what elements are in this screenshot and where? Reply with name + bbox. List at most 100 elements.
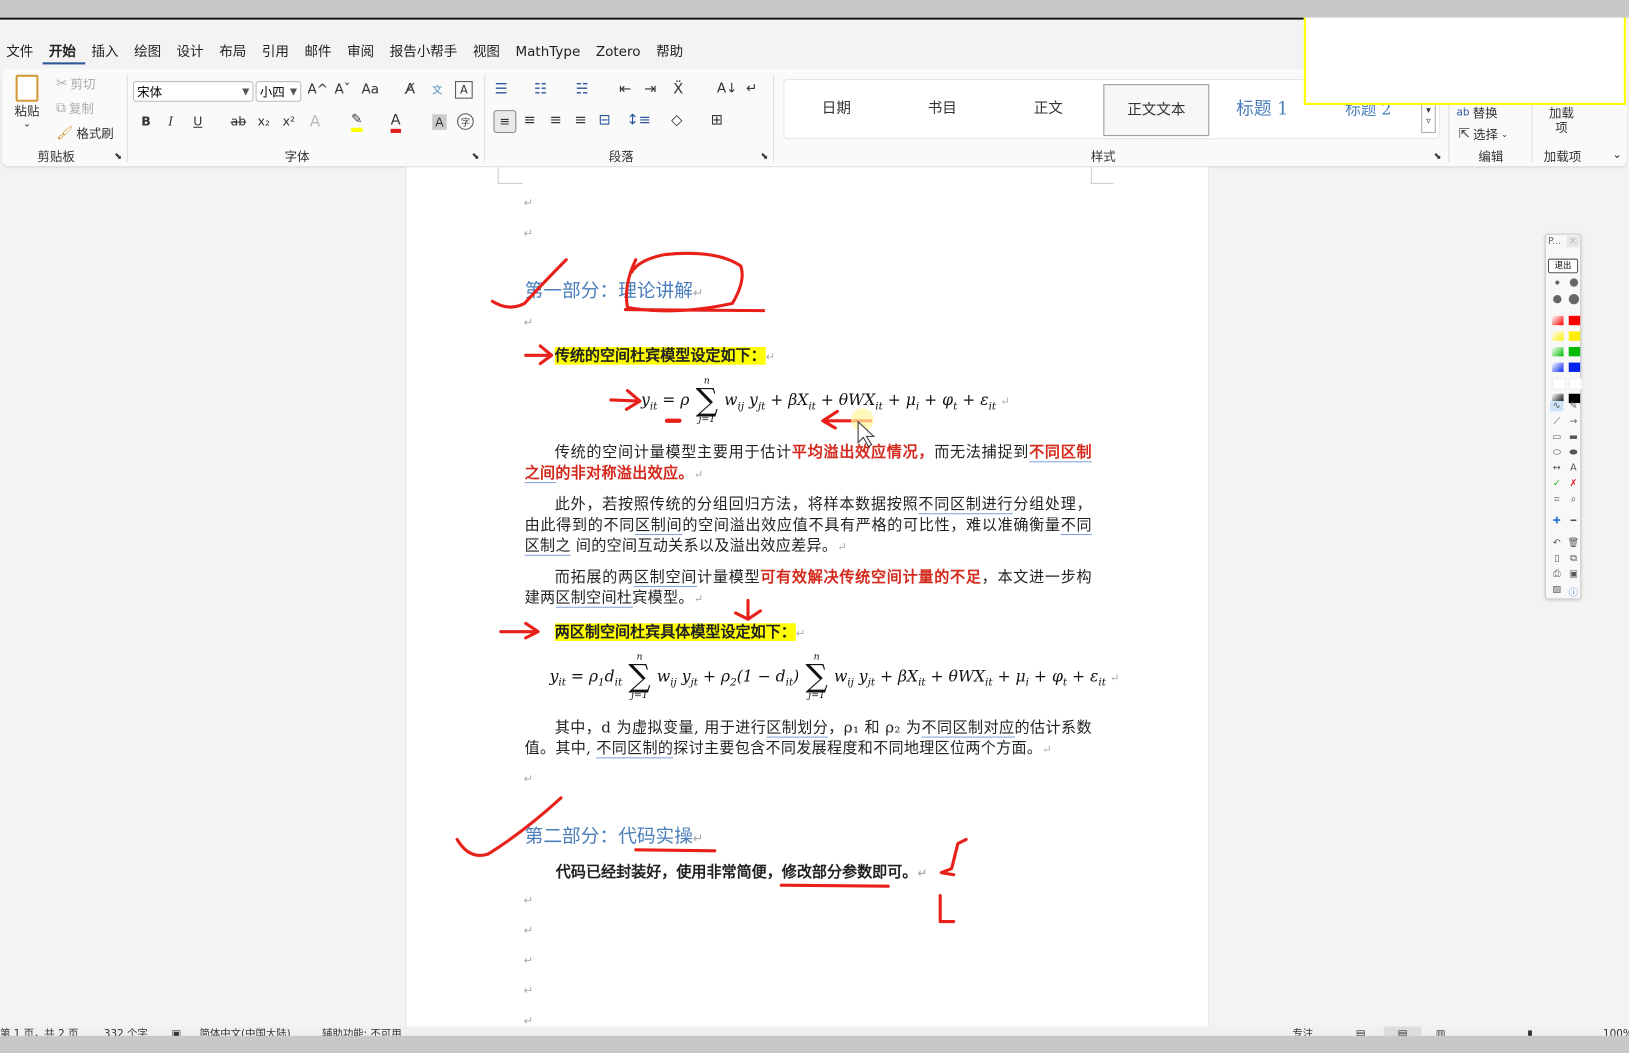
tab-3[interactable]: 绘图 <box>128 42 171 65</box>
paragraph-4[interactable]: 其中，d 为虚拟变量, 用于进行区制划分，ρ₁ 和 ρ₂ 为不同区制对应的估计系… <box>525 718 1092 761</box>
dialog-launcher-icon[interactable]: ⬊ <box>1434 152 1442 162</box>
shading-icon[interactable]: ◇ <box>671 112 682 129</box>
rectangle-icon[interactable]: ▭ <box>1550 432 1564 442</box>
asian-layout-icon[interactable]: Ẍ <box>673 81 683 98</box>
color-swatch[interactable] <box>1568 346 1581 357</box>
color-swatch[interactable] <box>1552 362 1564 372</box>
equation-sdm[interactable]: yit = ρ n ∑ j=1 wij yjt + βXit + θWXit + μi … <box>641 377 1010 425</box>
strikethrough-button[interactable]: ab <box>231 114 247 129</box>
document-page[interactable]: ↵ ↵ 第一部分：理论讲解↵ ↵ 传统的空间杜宾模型设定如下：↵ yit = ρ… <box>405 167 1210 1040</box>
paste-button[interactable]: 粘贴 ⌄ <box>15 74 39 130</box>
align-left-button[interactable]: ≡ <box>493 110 517 133</box>
heading-part-one[interactable]: 第一部分：理论讲解↵ <box>525 276 704 303</box>
color-swatch[interactable] <box>1552 315 1564 326</box>
copy-icon[interactable]: ⧉ <box>1567 554 1581 564</box>
color-swatch[interactable] <box>1568 362 1581 372</box>
style-3[interactable]: 正文文本 <box>1103 84 1210 137</box>
tab-12[interactable]: Zotero <box>590 42 650 65</box>
enclose-characters-icon[interactable]: 字 <box>457 113 474 130</box>
collapse-ribbon-icon[interactable]: ⌄ <box>1612 148 1622 162</box>
font-color-icon[interactable]: A <box>390 112 401 133</box>
character-border-icon[interactable]: A <box>455 81 473 99</box>
color-swatch[interactable] <box>1552 346 1564 357</box>
distributed-button[interactable]: ⊟ <box>598 112 610 129</box>
addins-button[interactable]: 加载项 <box>1546 106 1577 135</box>
copy-button[interactable]: ⧉ 复制 <box>56 100 94 118</box>
check-icon[interactable]: ✓ <box>1550 479 1564 489</box>
numbering-icon[interactable]: ☷ <box>534 81 547 98</box>
phonetic-guide-icon[interactable]: 文 <box>432 81 442 96</box>
borders-icon[interactable]: ⊞ <box>711 112 723 129</box>
color-swatch[interactable] <box>1568 331 1581 341</box>
replace-button[interactable]: ab 替换 <box>1457 104 1498 122</box>
dialog-launcher-icon[interactable]: ⬊ <box>114 152 122 162</box>
justify-button[interactable]: ≡ <box>575 112 587 129</box>
tab-7[interactable]: 邮件 <box>298 42 341 65</box>
print-icon[interactable]: ⎙ <box>1550 569 1564 579</box>
grow-font-button[interactable]: A^ <box>308 82 329 98</box>
cut-button[interactable]: ✂ 剪切 <box>56 75 95 93</box>
superscript-button[interactable]: x² <box>283 114 295 129</box>
tab-1[interactable]: 开始 <box>42 42 86 65</box>
line-spacing-icon[interactable]: ↕≡ <box>626 112 650 129</box>
color-swatch[interactable] <box>1552 331 1564 341</box>
style-4[interactable]: 标题 1 <box>1210 84 1314 134</box>
tab-13[interactable]: 帮助 <box>650 42 693 65</box>
shrink-font-button[interactable]: Aˇ <box>335 82 351 98</box>
code-note[interactable]: 代码已经封装好，使用非常简便，修改部分参数即可。↵ <box>556 860 927 882</box>
change-case-button[interactable]: Aa <box>362 82 380 98</box>
color-swatch[interactable] <box>1568 378 1583 390</box>
format-painter-button[interactable]: 🖌 格式刷 <box>56 125 114 143</box>
tab-11[interactable]: MathType <box>509 42 589 65</box>
exit-button[interactable]: 退出 <box>1547 258 1579 274</box>
line-icon[interactable]: ⟋ <box>1550 417 1564 427</box>
pen-size-1[interactable] <box>1569 278 1579 287</box>
align-right-button[interactable]: ≡ <box>550 112 562 129</box>
tab-6[interactable]: 引用 <box>256 42 299 65</box>
double-arrow-icon[interactable]: ↔ <box>1550 463 1564 473</box>
crop-icon[interactable]: ⌗ <box>1550 495 1564 505</box>
pen-size-2[interactable] <box>1553 295 1562 304</box>
heading-part-two[interactable]: 第二部分：代码实操↵ <box>525 822 704 849</box>
font-name-select[interactable]: 宋体 ▼ <box>132 81 254 102</box>
freehand-pen-icon[interactable]: ∿ <box>1550 401 1564 412</box>
new-page-icon[interactable]: ▯ <box>1550 554 1564 564</box>
paragraph-2[interactable]: 此外，若按照传统的分组回归方法，将样本数据按照不同区制进行分组处理，由此得到的不… <box>524 495 1092 558</box>
bold-button[interactable]: B <box>141 114 151 129</box>
screenshot-icon[interactable]: ▨ <box>1550 585 1564 595</box>
zoom-icon[interactable]: ⌕ <box>1567 495 1581 505</box>
clear-formatting-icon[interactable]: A̸ <box>405 81 415 98</box>
cross-icon[interactable]: ✗ <box>1567 479 1581 489</box>
highlight-color-icon[interactable]: ✎ <box>351 112 363 132</box>
pen-size-0[interactable] <box>1555 280 1560 285</box>
pen-size-3[interactable] <box>1568 294 1580 305</box>
dialog-launcher-icon[interactable]: ⬊ <box>760 152 768 162</box>
text-icon[interactable]: A <box>1567 463 1581 473</box>
info-icon[interactable]: ⓘ <box>1567 585 1581 598</box>
subscript-button[interactable]: x₂ <box>258 114 270 129</box>
dialog-launcher-icon[interactable]: ⬊ <box>472 152 480 162</box>
trash-icon[interactable]: 🗑 <box>1567 538 1581 548</box>
filled-ellipse-icon[interactable]: ⬬ <box>1567 448 1581 458</box>
show-marks-icon[interactable]: ↵ <box>746 81 757 97</box>
save-icon[interactable]: ▣ <box>1567 569 1581 579</box>
close-icon[interactable]: × <box>1566 235 1580 248</box>
color-swatch[interactable] <box>1552 378 1566 390</box>
tab-8[interactable]: 审阅 <box>341 42 384 65</box>
minus-icon[interactable]: ━ <box>1567 516 1581 526</box>
equation-two-regime-sdm[interactable]: yit = ρ1dit n ∑ j=1 wij yjt + ρ2(1 − dit) n ∑ j… <box>550 653 1120 701</box>
multilevel-list-icon[interactable]: ☵ <box>576 81 589 98</box>
undo-icon[interactable]: ↶ <box>1550 538 1564 548</box>
color-swatch[interactable] <box>1568 315 1581 326</box>
select-button[interactable]: ⇱ 选择 ⌄ <box>1459 126 1508 144</box>
tab-2[interactable]: 插入 <box>85 42 128 65</box>
tab-4[interactable]: 设计 <box>170 42 213 65</box>
tab-9[interactable]: 报告小帮手 <box>384 42 467 65</box>
italic-button[interactable]: I <box>168 114 173 129</box>
increase-indent-icon[interactable]: ⇥ <box>644 81 656 98</box>
font-size-select[interactable]: 小四 ▼ <box>255 81 302 102</box>
decrease-indent-icon[interactable]: ⇤ <box>619 81 631 98</box>
arrow-icon[interactable]: → <box>1567 417 1581 427</box>
model-intro-line[interactable]: 传统的空间杜宾模型设定如下：↵ <box>554 344 775 366</box>
text-effects-icon[interactable]: A <box>310 112 321 131</box>
